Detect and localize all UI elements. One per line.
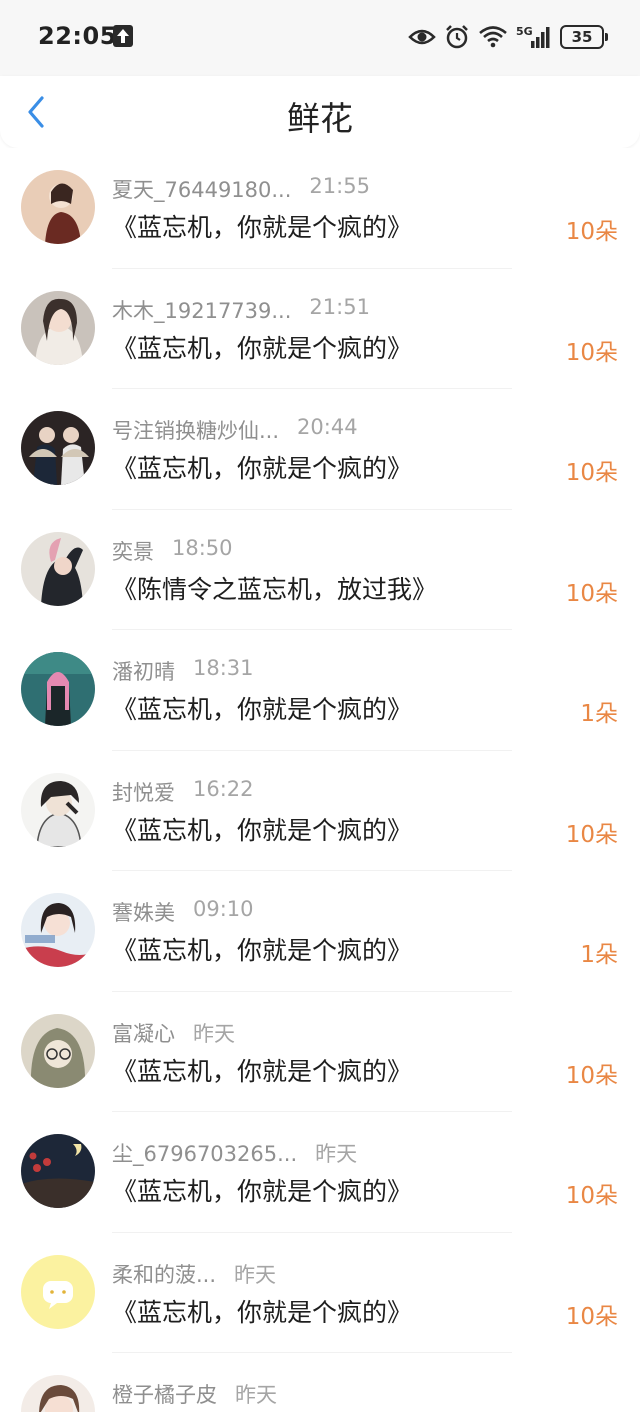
sender-name: 木木_19217739... xyxy=(112,298,292,323)
sent-time: 21:55 xyxy=(309,174,370,198)
sender-meta: 尘_6796703265... 昨天 xyxy=(112,1138,357,1168)
flower-count: 10朵 xyxy=(565,1062,618,1089)
signal-5g-icon: 5G xyxy=(516,25,550,48)
sent-time: 昨天 xyxy=(193,1021,235,1046)
book-title[interactable]: 《蓝忘机，你就是个疯的》 xyxy=(112,1052,412,1088)
avatar[interactable] xyxy=(21,1134,95,1208)
sender-meta: 封悦爱 16:22 xyxy=(112,777,254,807)
sender-name: 橙子橘子皮 xyxy=(112,1383,217,1407)
sender-name: 夏天_76449180... xyxy=(112,178,292,202)
wifi-icon xyxy=(479,26,507,48)
book-title[interactable]: 《陈情令之蓝忘机，放过我》 xyxy=(112,570,437,606)
book-title[interactable]: 《蓝忘机，你就是个疯的》 xyxy=(112,690,412,726)
avatar[interactable] xyxy=(21,652,95,726)
flower-list: 夏天_76449180... 21:55 《蓝忘机，你就是个疯的》 10朵 木木_… xyxy=(0,148,640,1412)
list-item[interactable]: 号注销换糖炒仙... 20:44 《蓝忘机，你就是个疯的》 10朵 xyxy=(0,389,640,510)
eye-icon xyxy=(408,29,436,45)
book-title[interactable]: 《蓝忘机，你就是个疯的》 xyxy=(112,449,412,485)
book-title[interactable]: 《蓝忘机，你就是个疯的》 xyxy=(112,208,412,244)
sent-time: 20:44 xyxy=(297,415,358,439)
upload-icon xyxy=(113,25,133,47)
list-item[interactable]: 尘_6796703265... 昨天 《蓝忘机，你就是个疯的》 10朵 xyxy=(0,1112,640,1233)
book-title[interactable]: 《蓝忘机，你就是个疯的》 xyxy=(112,1172,412,1208)
sender-name: 潘初晴 xyxy=(112,660,175,684)
list-item[interactable]: 謇姝美 09:10 《蓝忘机，你就是个疯的》 1朵 xyxy=(0,871,640,992)
sender-meta: 柔和的菠... 昨天 xyxy=(112,1259,276,1289)
avatar[interactable] xyxy=(21,1013,95,1088)
book-title[interactable]: 《蓝忘机，你就是个疯的》 xyxy=(112,931,412,967)
list-item[interactable]: 奕景 18:50 《陈情令之蓝忘机，放过我》 10朵 xyxy=(0,510,640,630)
flower-count: 10朵 xyxy=(565,219,618,245)
flower-count: 10朵 xyxy=(565,460,618,486)
sent-time: 16:22 xyxy=(193,776,254,801)
sent-time: 21:51 xyxy=(309,294,370,319)
flower-count: 10朵 xyxy=(565,1303,618,1330)
sender-name: 謇姝美 xyxy=(112,901,175,925)
sender-name: 富凝心 xyxy=(112,1021,175,1046)
sender-meta: 号注销换糖炒仙... 20:44 xyxy=(112,415,358,445)
sender-meta: 奕景 18:50 xyxy=(112,536,233,566)
nav-bar: 鲜花 xyxy=(0,76,640,148)
sent-time: 昨天 xyxy=(234,1262,277,1287)
avatar[interactable] xyxy=(21,170,95,244)
book-title[interactable]: 《蓝忘机，你就是个疯的》 xyxy=(112,1293,412,1329)
sender-meta: 潘初晴 18:31 xyxy=(112,656,254,686)
list-item[interactable]: 柔和的菠... 昨天 《蓝忘机，你就是个疯的》 10朵 xyxy=(0,1233,640,1353)
status-time: 22:05 xyxy=(38,22,117,50)
sender-meta: 橙子橘子皮 昨天 xyxy=(112,1379,277,1409)
sender-meta: 夏天_76449180... 21:55 xyxy=(112,174,370,204)
avatar[interactable] xyxy=(21,531,95,606)
sender-name: 尘_6796703265... xyxy=(112,1142,298,1166)
sent-time: 18:31 xyxy=(193,656,254,680)
flower-count: 1朵 xyxy=(580,701,618,727)
sender-meta: 謇姝美 09:10 xyxy=(112,897,254,927)
sender-meta: 富凝心 昨天 xyxy=(112,1018,235,1048)
svg-text:5G: 5G xyxy=(516,25,533,38)
battery-icon: 35 xyxy=(560,25,608,49)
flower-count: 10朵 xyxy=(565,580,618,607)
flower-count: 1朵 xyxy=(580,942,618,968)
list-item[interactable]: 夏天_76449180... 21:55 《蓝忘机，你就是个疯的》 10朵 xyxy=(0,148,640,269)
avatar[interactable] xyxy=(21,772,95,847)
list-item[interactable]: 木木_19217739... 21:51 《蓝忘机，你就是个疯的》 10朵 xyxy=(0,269,640,389)
avatar[interactable] xyxy=(21,893,95,967)
sender-name: 号注销换糖炒仙... xyxy=(112,419,280,443)
avatar[interactable] xyxy=(21,1375,95,1412)
flower-count: 10朵 xyxy=(565,1183,618,1209)
sender-name: 封悦爱 xyxy=(112,780,175,805)
list-item[interactable]: 潘初晴 18:31 《蓝忘机，你就是个疯的》 1朵 xyxy=(0,630,640,751)
list-item[interactable]: 封悦爱 16:22 《蓝忘机，你就是个疯的》 10朵 xyxy=(0,751,640,871)
avatar[interactable] xyxy=(21,411,95,485)
sent-time: 09:10 xyxy=(193,897,254,921)
avatar[interactable] xyxy=(21,1254,95,1329)
avatar[interactable] xyxy=(21,290,95,365)
list-item[interactable]: 橙子橘子皮 昨天 xyxy=(0,1353,640,1412)
sender-name: 奕景 xyxy=(112,539,154,564)
list-item[interactable]: 富凝心 昨天 《蓝忘机，你就是个疯的》 10朵 xyxy=(0,992,640,1112)
flower-count: 10朵 xyxy=(565,339,618,366)
page-title: 鲜花 xyxy=(287,99,353,138)
status-icons: 5G 35 xyxy=(408,22,608,52)
sender-name: 柔和的菠... xyxy=(112,1262,217,1287)
sent-time: 昨天 xyxy=(235,1383,277,1407)
sent-time: 18:50 xyxy=(172,535,233,560)
book-title[interactable]: 《蓝忘机，你就是个疯的》 xyxy=(112,811,412,847)
sender-meta: 木木_19217739... 21:51 xyxy=(112,295,370,325)
status-bar: 22:05 5G 35 xyxy=(0,0,640,76)
flower-count: 10朵 xyxy=(565,821,618,848)
alarm-icon xyxy=(446,25,468,49)
book-title[interactable]: 《蓝忘机，你就是个疯的》 xyxy=(112,329,412,365)
sent-time: 昨天 xyxy=(315,1142,358,1166)
